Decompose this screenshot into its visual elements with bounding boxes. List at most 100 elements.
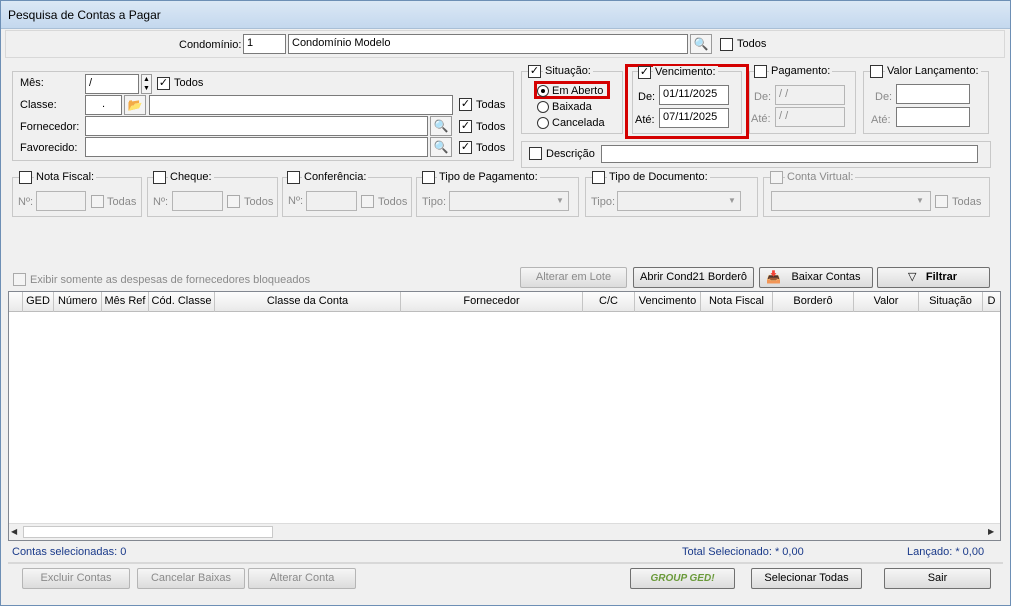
descricao-label: Descrição	[546, 148, 595, 160]
cheque-todos-label: Todos	[244, 196, 274, 208]
situacao-checkbox[interactable]: ✓	[528, 65, 541, 78]
binoculars-icon[interactable]: 🔍	[690, 34, 712, 54]
fornecedor-input[interactable]	[85, 116, 428, 136]
tipo-documento-chevron-down-icon: ▼	[728, 196, 736, 205]
mes-todos-checkbox[interactable]: ✓	[157, 77, 170, 90]
conta-virtual-checkbox[interactable]	[770, 171, 783, 184]
fornecedor-todos-checkbox[interactable]: ✓	[459, 120, 472, 133]
mes-todos-label: Todos	[174, 77, 204, 89]
col-cod-classe[interactable]: Cód. Classe	[149, 292, 215, 312]
baixar-contas-button[interactable]: 📥 Baixar Contas	[759, 267, 873, 288]
classe-todas-checkbox[interactable]: ✓	[459, 98, 472, 111]
conferencia-checkbox[interactable]	[287, 171, 300, 184]
mes-label: Mês:	[20, 77, 44, 89]
col-numero[interactable]: Número	[54, 292, 102, 312]
excluir-contas-button[interactable]: Excluir Contas	[22, 568, 130, 589]
conferencia-n-label: Nº:	[288, 195, 304, 207]
cheque-checkbox[interactable]	[153, 171, 166, 184]
scroll-thumb[interactable]	[23, 526, 273, 538]
col-classe-conta[interactable]: Classe da Conta	[215, 292, 401, 312]
situacao-cancelada-radio[interactable]	[537, 117, 549, 129]
conta-virtual-select[interactable]	[771, 191, 931, 211]
tipo-pagamento-tipo-label: Tipo:	[422, 196, 447, 208]
cheque-todos-checkbox[interactable]	[227, 195, 240, 208]
condominio-label: Condomínio:	[179, 39, 242, 51]
conta-virtual-chevron-down-icon: ▼	[916, 196, 924, 205]
descricao-checkbox[interactable]	[529, 147, 542, 160]
col-nota-fiscal[interactable]: Nota Fiscal	[701, 292, 773, 312]
abrir-cond21-bordero-button[interactable]: Abrir Cond21 Borderô	[633, 267, 754, 288]
scroll-left-icon[interactable]: ◀	[11, 527, 17, 536]
nota-fiscal-todas-checkbox[interactable]	[91, 195, 104, 208]
valor-de-input[interactable]	[896, 84, 970, 104]
mes-input[interactable]: /	[85, 74, 139, 94]
scroll-right-icon[interactable]: ▶	[988, 527, 994, 536]
nota-fiscal-checkbox[interactable]	[19, 171, 32, 184]
tipo-pagamento-label: Tipo de Pagamento:	[437, 171, 540, 183]
vencimento-ate-input[interactable]: 07/11/2025	[659, 108, 729, 128]
selecionar-todas-button[interactable]: Selecionar Todas	[751, 568, 862, 589]
sair-button[interactable]: Sair	[884, 568, 991, 589]
favorecido-binoculars-icon[interactable]: 🔍	[430, 137, 452, 157]
alterar-em-lote-button[interactable]: Alterar em Lote	[520, 267, 627, 288]
pagamento-checkbox[interactable]	[754, 65, 767, 78]
valor-ate-input[interactable]	[896, 107, 970, 127]
contas-grid[interactable]: GED Número Mês Ref Cód. Classe Classe da…	[8, 291, 1001, 541]
alterar-conta-button[interactable]: Alterar Conta	[248, 568, 356, 589]
condominio-todos-label: Todos	[737, 38, 767, 50]
classe-code-input[interactable]: .	[85, 95, 122, 115]
situacao-em-aberto-radio[interactable]	[537, 85, 549, 97]
cheque-input[interactable]	[172, 191, 223, 211]
favorecido-label: Favorecido:	[20, 142, 78, 154]
conta-virtual-todas-checkbox[interactable]	[935, 195, 948, 208]
conferencia-input[interactable]	[306, 191, 357, 211]
favorecido-input[interactable]	[85, 137, 428, 157]
grid-header: GED Número Mês Ref Cód. Classe Classe da…	[9, 292, 1000, 312]
pagamento-label: Pagamento:	[769, 65, 833, 77]
nota-fiscal-input[interactable]	[36, 191, 86, 211]
condominio-todos-checkbox[interactable]	[720, 38, 733, 51]
tipo-documento-select[interactable]	[617, 191, 741, 211]
descricao-input[interactable]	[601, 145, 978, 163]
bloqueados-checkbox[interactable]	[13, 273, 26, 286]
col-situacao[interactable]: Situação	[919, 292, 983, 312]
col-fornecedor[interactable]: Fornecedor	[401, 292, 583, 312]
conta-virtual-todas-label: Todas	[952, 196, 982, 208]
valor-lancamento-checkbox[interactable]	[870, 65, 883, 78]
tipo-pagamento-select[interactable]	[449, 191, 569, 211]
tipo-documento-checkbox[interactable]	[592, 171, 605, 184]
fornecedor-binoculars-icon[interactable]: 🔍	[430, 116, 452, 136]
tipo-pagamento-checkbox[interactable]	[422, 171, 435, 184]
lancado-text: Lançado: * 0,00	[907, 546, 985, 558]
vencimento-checkbox[interactable]: ✓	[638, 66, 651, 79]
vencimento-de-input[interactable]: 01/11/2025	[659, 85, 729, 105]
group-ged-logo-button[interactable]: GROUP GED!	[630, 568, 735, 589]
footer-divider	[8, 562, 1003, 564]
condominio-name-input[interactable]: Condomínio Modelo	[288, 34, 688, 54]
tipo-pagamento-chevron-down-icon: ▼	[556, 196, 564, 205]
classe-name-input[interactable]	[149, 95, 453, 115]
cheque-n-label: Nº:	[153, 196, 169, 208]
valor-lancamento-label: Valor Lançamento:	[885, 65, 981, 77]
vencimento-de-label: De:	[638, 91, 656, 103]
mes-spinner[interactable]: ▲ ▼	[141, 74, 152, 94]
situacao-baixada-radio[interactable]	[537, 101, 549, 113]
folder-icon[interactable]: 📂	[124, 95, 146, 115]
tipo-documento-label: Tipo de Documento:	[607, 171, 710, 183]
col-bordero[interactable]: Borderô	[773, 292, 854, 312]
col-ged[interactable]: GED	[23, 292, 54, 312]
col-vencimento[interactable]: Vencimento	[635, 292, 701, 312]
col-valor[interactable]: Valor	[854, 292, 919, 312]
favorecido-todos-checkbox[interactable]: ✓	[459, 141, 472, 154]
vencimento-ate-label: Até:	[635, 114, 655, 126]
col-mes-ref[interactable]: Mês Ref	[102, 292, 149, 312]
conferencia-todos-checkbox[interactable]	[361, 195, 374, 208]
pagamento-ate-input[interactable]: / /	[775, 107, 845, 127]
grid-horizontal-scrollbar[interactable]: ◀ ▶	[9, 523, 1000, 540]
filtrar-button[interactable]: ▽ Filtrar	[877, 267, 990, 288]
col-d[interactable]: D	[983, 292, 1000, 312]
pagamento-de-input[interactable]: / /	[775, 85, 845, 105]
col-cc[interactable]: C/C	[583, 292, 635, 312]
cancelar-baixas-button[interactable]: Cancelar Baixas	[137, 568, 245, 589]
condominio-code-input[interactable]: 1	[243, 34, 286, 54]
